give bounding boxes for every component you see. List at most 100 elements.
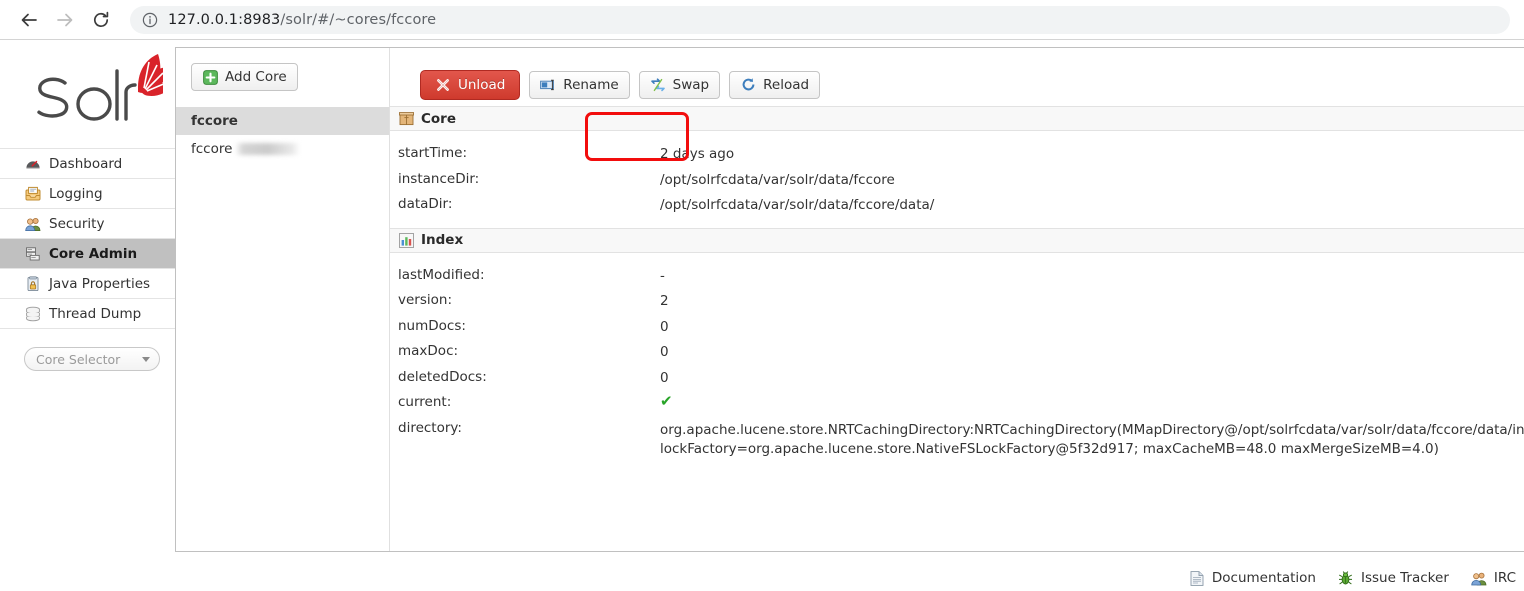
red-x-icon <box>435 77 451 93</box>
core-detail-panel: Unload Rename Swap Reload Core startTime… <box>390 48 1524 551</box>
reload-circular-arrow-icon <box>740 77 756 93</box>
table-row: dataDir: /opt/solrfcdata/var/solr/data/f… <box>398 196 1524 222</box>
core-selector-dropdown[interactable]: Core Selector <box>24 347 160 371</box>
row-key: lastModified: <box>398 266 485 283</box>
sidebar-menu: Dashboard Logging Security Core Admin Ja… <box>0 148 175 329</box>
sidebar-item-label: Security <box>49 215 105 232</box>
add-core-button[interactable]: Add Core <box>191 63 298 91</box>
row-key: version: <box>398 292 452 308</box>
people-icon <box>1471 570 1487 586</box>
current-status-check-icon: ✔ <box>660 392 673 410</box>
row-value: /opt/solrfcdata/var/solr/data/fccore <box>660 171 895 188</box>
row-value: 0 <box>660 344 669 360</box>
core-entries: fccore fccore <box>176 107 389 163</box>
rename-textbox-icon <box>540 77 556 93</box>
footer-link-label: IRC <box>1493 570 1516 586</box>
info-circle-icon[interactable] <box>142 12 158 28</box>
chevron-down-icon <box>142 356 150 362</box>
section-title: Index <box>421 232 464 248</box>
row-value: /opt/solrfcdata/var/solr/data/fccore/dat… <box>660 197 935 213</box>
dashboard-gauge-icon <box>24 156 41 172</box>
table-row: instanceDir: /opt/solrfcdata/var/solr/da… <box>398 171 1524 197</box>
url-path: /solr/#/~cores/fccore <box>280 11 437 28</box>
core-info-table: startTime: 2 days ago instanceDir: /opt/… <box>390 131 1524 228</box>
swap-arrows-icon <box>650 77 666 93</box>
sidebar-item-label: Logging <box>49 185 103 202</box>
row-value: - <box>660 267 665 284</box>
core-entry-selected[interactable]: fccore <box>176 107 389 135</box>
row-key: maxDoc: <box>398 343 459 359</box>
row-key: dataDir: <box>398 196 453 212</box>
footer-links: Documentation Issue Tracker IRC <box>1189 570 1516 586</box>
unload-label: Unload <box>458 76 506 93</box>
core-entry-label: fccore <box>191 141 233 157</box>
sidebar-item-logging[interactable]: Logging <box>0 179 175 209</box>
row-value: 0 <box>660 369 669 386</box>
table-row: version: 2 <box>398 292 1524 318</box>
unload-button[interactable]: Unload <box>420 69 521 100</box>
logging-tray-icon <box>24 186 41 202</box>
table-row: directory: org.apache.lucene.store.NRTCa… <box>398 420 1524 459</box>
back-button[interactable] <box>14 5 44 35</box>
irc-link[interactable]: IRC <box>1471 570 1516 586</box>
java-properties-icon <box>24 275 41 292</box>
thread-dump-stack-icon <box>24 306 41 322</box>
row-value: 2 <box>660 293 669 309</box>
row-key: numDocs: <box>398 317 466 334</box>
sidebar-item-label: Core Admin <box>49 245 138 262</box>
forward-arrow-icon <box>55 10 75 30</box>
reload-label: Reload <box>763 76 810 93</box>
sidebar-item-security[interactable]: Security <box>0 209 175 239</box>
bug-icon <box>1338 570 1354 586</box>
package-box-icon <box>398 111 414 127</box>
document-icon <box>1189 570 1205 586</box>
reload-icon <box>91 10 111 30</box>
index-info-table: lastModified: - version: 2 numDocs: 0 ma… <box>390 253 1524 465</box>
solr-logo[interactable] <box>18 52 175 142</box>
table-row: startTime: 2 days ago <box>398 145 1524 171</box>
url-text: 127.0.0.1:8983/solr/#/~cores/fccore <box>168 12 436 28</box>
forward-button[interactable] <box>50 5 80 35</box>
documentation-link[interactable]: Documentation <box>1189 570 1316 586</box>
section-title: Core <box>421 110 456 127</box>
sidebar-item-core-admin[interactable]: Core Admin <box>0 239 175 269</box>
core-admin-server-icon <box>24 246 41 262</box>
rename-button[interactable]: Rename <box>529 70 630 99</box>
row-key: current: <box>398 394 452 410</box>
security-users-icon <box>24 216 41 232</box>
section-header-core: Core <box>390 106 1524 131</box>
sidebar-item-thread-dump[interactable]: Thread Dump <box>0 299 175 329</box>
table-row: maxDoc: 0 <box>398 343 1524 369</box>
swap-button[interactable]: Swap <box>638 70 721 99</box>
reload-core-button[interactable]: Reload <box>729 70 821 99</box>
sidebar-item-label: Java Properties <box>49 275 151 292</box>
add-core-label: Add Core <box>225 69 287 85</box>
core-selector-label: Core Selector <box>36 351 121 367</box>
section-header-index: Index <box>390 227 1524 253</box>
table-row: current: ✔ <box>398 394 1524 420</box>
sidebar-item-label: Dashboard <box>49 155 123 172</box>
url-host: 127.0.0.1:8983 <box>168 11 281 28</box>
row-value: 0 <box>660 318 669 335</box>
browser-toolbar: 127.0.0.1:8983/solr/#/~cores/fccore <box>0 0 1524 40</box>
row-value: 2 days ago <box>660 146 735 162</box>
issue-tracker-link[interactable]: Issue Tracker <box>1338 570 1449 586</box>
address-bar[interactable]: 127.0.0.1:8983/solr/#/~cores/fccore <box>130 5 1510 34</box>
sidebar-item-dashboard[interactable]: Dashboard <box>0 149 175 179</box>
table-row: lastModified: - <box>398 267 1524 293</box>
bar-chart-icon <box>398 232 414 248</box>
core-entry[interactable]: fccore <box>176 135 389 163</box>
row-key: instanceDir: <box>398 170 480 187</box>
row-key: startTime: <box>398 145 468 161</box>
sidebar-item-java-properties[interactable]: Java Properties <box>0 269 175 299</box>
sidebar: Dashboard Logging Security Core Admin Ja… <box>0 40 175 371</box>
core-entry-label: fccore <box>191 113 238 129</box>
plus-green-icon <box>202 69 218 85</box>
redacted-text-blur <box>235 143 301 155</box>
back-arrow-icon <box>19 10 39 30</box>
row-key: directory: <box>398 419 462 436</box>
reload-button[interactable] <box>86 5 116 35</box>
table-row: deletedDocs: 0 <box>398 369 1524 395</box>
footer-link-label: Issue Tracker <box>1360 570 1449 586</box>
footer-link-label: Documentation <box>1211 570 1316 586</box>
